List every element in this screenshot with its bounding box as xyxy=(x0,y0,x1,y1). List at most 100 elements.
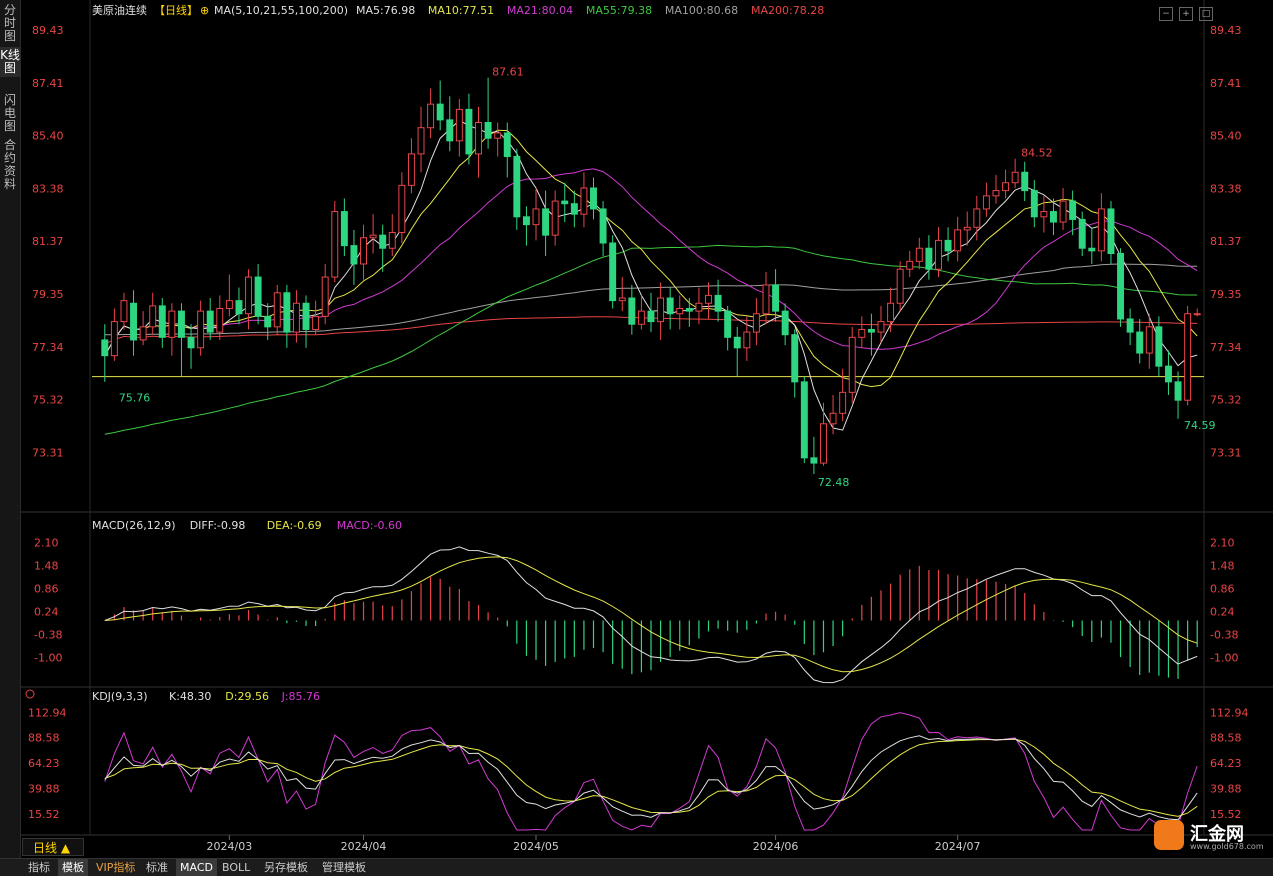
candle-body[interactable] xyxy=(321,276,329,317)
candle-body[interactable] xyxy=(465,108,473,155)
candle-body[interactable] xyxy=(1155,326,1163,367)
candle-body[interactable] xyxy=(628,297,636,325)
candle-body[interactable] xyxy=(1088,247,1096,252)
candle-body[interactable] xyxy=(158,305,166,338)
candle-body[interactable] xyxy=(637,310,645,325)
candle-body[interactable] xyxy=(1030,190,1038,218)
candle-body[interactable] xyxy=(532,208,540,226)
candle-body[interactable] xyxy=(820,423,827,464)
bottom-tab-7[interactable]: 管理模板 xyxy=(318,859,370,876)
candle-body[interactable] xyxy=(1193,313,1201,316)
candle-body[interactable] xyxy=(187,336,195,349)
candle-body[interactable] xyxy=(1021,171,1029,192)
candle-body[interactable] xyxy=(436,103,444,121)
candle-body[interactable] xyxy=(733,336,741,349)
candle-body[interactable] xyxy=(848,336,856,393)
candle-body[interactable] xyxy=(657,297,665,323)
candle-body[interactable] xyxy=(168,310,176,338)
candle-body[interactable] xyxy=(340,211,348,247)
candle-body[interactable] xyxy=(973,208,981,228)
candle-body[interactable] xyxy=(1078,218,1086,249)
candle-body[interactable] xyxy=(925,247,933,270)
bottom-tab-6[interactable]: 另存模板 xyxy=(260,859,312,876)
candle-body[interactable] xyxy=(590,187,597,210)
candle-body[interactable] xyxy=(1117,252,1125,320)
candle-body[interactable] xyxy=(666,297,674,315)
candle-body[interactable] xyxy=(580,187,588,215)
candle-body[interactable] xyxy=(398,184,406,234)
candle-body[interactable] xyxy=(1164,365,1172,383)
zoom-in-icon[interactable]: + xyxy=(1179,7,1193,21)
candle-body[interactable] xyxy=(599,208,607,244)
candle-body[interactable] xyxy=(935,239,942,270)
candle-body[interactable] xyxy=(896,268,904,304)
candle-body[interactable] xyxy=(1126,318,1134,333)
candle-body[interactable] xyxy=(369,234,377,239)
candle-body[interactable] xyxy=(417,127,425,155)
candle-body[interactable] xyxy=(705,294,712,304)
candle-body[interactable] xyxy=(695,302,703,312)
candle-body[interactable] xyxy=(685,308,693,312)
candle-body[interactable] xyxy=(561,200,569,205)
candle-body[interactable] xyxy=(110,321,118,357)
candle-body[interactable] xyxy=(513,156,521,218)
candle-body[interactable] xyxy=(225,300,233,310)
candle-body[interactable] xyxy=(494,132,502,139)
candle-body[interactable] xyxy=(963,226,971,231)
candle-body[interactable] xyxy=(1040,211,1048,218)
candle-body[interactable] xyxy=(839,391,847,414)
candle-body[interactable] xyxy=(800,381,808,459)
candle-body[interactable] xyxy=(331,211,339,278)
candle-body[interactable] xyxy=(1059,200,1067,223)
candle-body[interactable] xyxy=(292,302,300,333)
candle-body[interactable] xyxy=(1069,200,1077,220)
candle-body[interactable] xyxy=(867,328,875,333)
candle-body[interactable] xyxy=(455,108,463,142)
candle-body[interactable] xyxy=(302,302,310,330)
candle-body[interactable] xyxy=(877,321,885,333)
candle-body[interactable] xyxy=(254,276,262,317)
candle-body[interactable] xyxy=(177,310,185,338)
candle-body[interactable] xyxy=(714,294,722,312)
candle-body[interactable] xyxy=(120,300,128,323)
candle-body[interactable] xyxy=(724,310,732,338)
candle-body[interactable] xyxy=(954,229,962,252)
candle-body[interactable] xyxy=(130,302,138,341)
candle-body[interactable] xyxy=(522,216,530,226)
candle-body[interactable] xyxy=(197,310,205,349)
bottom-tab-4[interactable]: MACD xyxy=(176,859,217,876)
candle-body[interactable] xyxy=(944,239,952,252)
candle-body[interactable] xyxy=(829,412,837,425)
candle-body[interactable] xyxy=(1049,211,1057,223)
candle-body[interactable] xyxy=(781,310,789,336)
candle-body[interactable] xyxy=(752,313,760,333)
candle-body[interactable] xyxy=(906,260,914,270)
candle-body[interactable] xyxy=(350,245,358,265)
candle-body[interactable] xyxy=(264,315,272,328)
period-selector[interactable]: 日线 ▲ xyxy=(22,838,84,856)
fullscreen-icon[interactable]: □ xyxy=(1199,7,1213,21)
candle-body[interactable] xyxy=(1011,171,1019,184)
candle-body[interactable] xyxy=(1174,381,1182,401)
candle-body[interactable] xyxy=(551,200,559,236)
candle-body[interactable] xyxy=(1097,208,1105,252)
candle-body[interactable] xyxy=(1145,326,1153,354)
candle-body[interactable] xyxy=(743,331,751,349)
candle-body[interactable] xyxy=(206,310,214,333)
zoom-out-icon[interactable]: − xyxy=(1159,7,1173,21)
bottom-tab-2[interactable]: VIP指标 xyxy=(92,859,139,876)
candle-body[interactable] xyxy=(1184,313,1192,401)
candle-body[interactable] xyxy=(235,300,243,315)
candle-body[interactable] xyxy=(1002,182,1010,192)
candle-body[interactable] xyxy=(772,284,780,312)
candle-body[interactable] xyxy=(503,132,511,158)
candle-body[interactable] xyxy=(762,284,770,315)
candle-body[interactable] xyxy=(887,302,895,323)
candle-body[interactable] xyxy=(312,315,320,330)
candle-body[interactable] xyxy=(407,153,415,186)
candle-body[interactable] xyxy=(992,190,1000,197)
candle-body[interactable] xyxy=(791,334,799,383)
bottom-tab-5[interactable]: BOLL xyxy=(218,859,254,876)
bottom-tab-3[interactable]: 标准 xyxy=(142,859,172,876)
candle-body[interactable] xyxy=(647,310,655,323)
